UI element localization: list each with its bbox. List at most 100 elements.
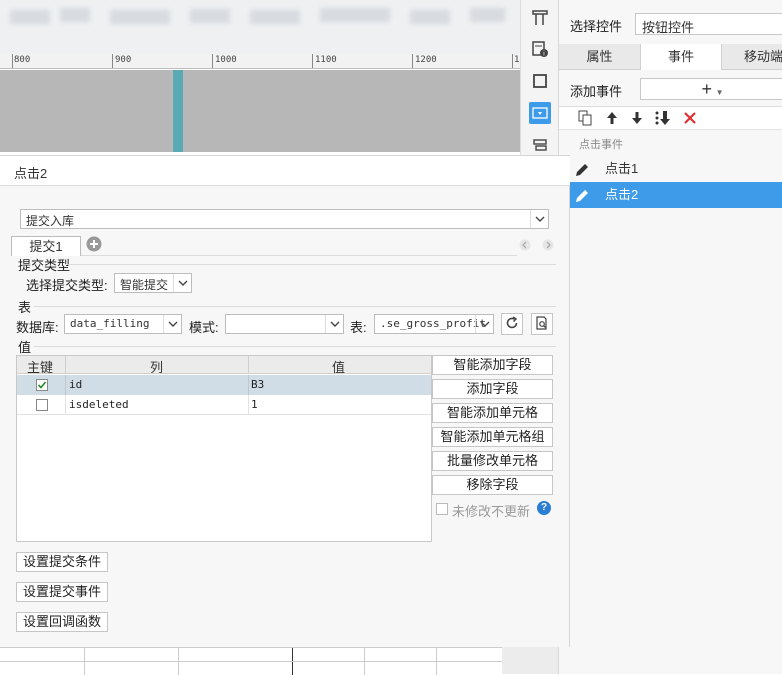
- row-column-name[interactable]: isdeleted: [69, 398, 129, 411]
- column-divider: [65, 395, 66, 415]
- table-row[interactable]: id B3: [17, 375, 431, 395]
- smart-add-cell-button[interactable]: 智能添加单元格: [432, 403, 553, 423]
- widget-info-icon[interactable]: i: [529, 38, 551, 60]
- row-value[interactable]: B3: [251, 378, 264, 391]
- ruler-tick-label: 1200: [415, 55, 437, 65]
- add-event-button[interactable]: + ▼: [640, 78, 782, 100]
- schema-label: 模式:: [189, 320, 219, 335]
- grid-line: [0, 661, 502, 662]
- right-panel: 选择控件 按钮控件 属性 事件 移动端 添加事件 + ▼ 点击事件 点击1 点击…: [558, 0, 782, 674]
- select-control-dropdown[interactable]: 按钮控件: [635, 13, 782, 35]
- edit-pencil-icon[interactable]: [574, 187, 590, 213]
- move-down-icon[interactable]: [629, 110, 645, 129]
- move-up-icon[interactable]: [604, 110, 620, 129]
- select-control-label: 选择控件: [570, 19, 623, 34]
- schema-select[interactable]: [225, 314, 344, 334]
- table-row[interactable]: isdeleted 1: [17, 395, 431, 415]
- submit-type-value: 智能提交: [120, 278, 169, 292]
- design-canvas[interactable]: [0, 70, 520, 152]
- chevron-down-icon: [530, 210, 548, 228]
- row-column-name[interactable]: id: [69, 378, 82, 391]
- button-label: 设置提交事件: [22, 584, 101, 599]
- field-value-table: 主键 列 值 id B3 isdeleted 1: [16, 355, 432, 542]
- column-divider: [248, 375, 249, 395]
- tab-label: 移动端: [744, 49, 782, 64]
- chevron-down-icon: [475, 315, 493, 333]
- stack-layers-icon[interactable]: [529, 134, 551, 156]
- batch-modify-cells-button[interactable]: 批量修改单元格: [432, 451, 553, 471]
- event-section-title: 点击事件: [579, 139, 623, 151]
- document-search-icon: [535, 316, 549, 333]
- tab-underline: [81, 255, 517, 256]
- button-label: 智能添加单元格组: [440, 429, 545, 444]
- scroll-corner: [502, 647, 558, 674]
- copy-icon[interactable]: [577, 110, 593, 129]
- column-header-value[interactable]: 值: [332, 357, 345, 376]
- column-header-column[interactable]: 列: [150, 357, 163, 376]
- ruler-tick-label: 1: [514, 55, 520, 65]
- refresh-button[interactable]: [501, 313, 523, 335]
- blurred-toolbar-item: [250, 10, 300, 24]
- horizontal-ruler: 800 900 1000 1100 1200 1: [0, 54, 520, 69]
- button-label: 添加字段: [466, 381, 519, 396]
- ruler-tick: [112, 54, 113, 68]
- ruler-tick-label: 1100: [315, 55, 337, 65]
- row-value[interactable]: 1: [251, 398, 258, 411]
- database-select[interactable]: data_filling: [64, 314, 182, 334]
- action-type-select[interactable]: 提交入库: [20, 209, 549, 229]
- tab-properties[interactable]: 属性: [559, 44, 640, 70]
- primary-key-checkbox[interactable]: [36, 399, 48, 411]
- preview-table-button[interactable]: [531, 313, 553, 335]
- move-bottom-icon[interactable]: [654, 110, 672, 129]
- skip-unmodified-checkbox[interactable]: [436, 503, 448, 515]
- set-submit-condition-button[interactable]: 设置提交条件: [16, 552, 108, 572]
- event-toolbar: [559, 106, 782, 130]
- remove-field-button[interactable]: 移除字段: [432, 475, 553, 495]
- submit-type-select[interactable]: 智能提交: [114, 273, 192, 293]
- set-callback-function-button[interactable]: 设置回调函数: [16, 612, 108, 632]
- add-tab-icon[interactable]: [86, 236, 102, 255]
- primary-key-checkbox[interactable]: [36, 379, 48, 391]
- top-toolbar-blurred: [0, 0, 520, 54]
- ruler-tick: [512, 54, 513, 68]
- canvas-selected-column-marker: [173, 70, 183, 152]
- scroll-right-icon[interactable]: [542, 239, 554, 254]
- table-select[interactable]: .se_gross_profit: [374, 314, 494, 334]
- value-section-title: 值: [18, 340, 32, 355]
- ruler-tick: [12, 54, 13, 68]
- plus-icon: +: [701, 79, 712, 99]
- tab-submit-1[interactable]: 提交1: [11, 236, 81, 256]
- submit-type-section-title: 提交类型: [18, 258, 71, 273]
- smart-add-field-button[interactable]: 智能添加字段: [432, 355, 553, 375]
- dropdown-widget-icon[interactable]: [529, 102, 551, 124]
- tab-mobile[interactable]: 移动端: [722, 44, 782, 70]
- refresh-icon: [505, 316, 519, 333]
- column-header-primary-key[interactable]: 主键: [27, 357, 53, 376]
- layout-grid-icon[interactable]: [529, 7, 551, 29]
- column-divider: [248, 395, 249, 415]
- blurred-toolbar-item: [320, 8, 390, 22]
- scroll-left-icon[interactable]: [519, 239, 531, 254]
- add-field-button[interactable]: 添加字段: [432, 379, 553, 399]
- smart-add-cell-group-button[interactable]: 智能添加单元格组: [432, 427, 553, 447]
- section-divider: [34, 346, 556, 347]
- set-submit-event-button[interactable]: 设置提交事件: [16, 582, 108, 602]
- tab-label: 属性: [586, 49, 613, 64]
- button-label: 智能添加单元格: [446, 405, 538, 420]
- blurred-toolbar-item: [190, 9, 230, 23]
- spreadsheet-grid-bottom[interactable]: [0, 647, 502, 675]
- chevron-down-icon: ▼: [715, 88, 724, 97]
- event-item-selected[interactable]: 点击2: [559, 182, 782, 208]
- panel-tabbar: 属性 事件 移动端: [559, 44, 782, 70]
- tab-events[interactable]: 事件: [640, 44, 722, 70]
- event-item[interactable]: 点击1: [559, 156, 782, 182]
- button-label: 设置提交条件: [22, 554, 101, 569]
- action-type-value: 提交入库: [26, 214, 75, 228]
- frame-icon[interactable]: [529, 70, 551, 92]
- blurred-toolbar-item: [60, 8, 90, 22]
- help-icon[interactable]: ?: [537, 501, 551, 515]
- tool-column: i: [520, 0, 558, 160]
- delete-icon[interactable]: [682, 110, 698, 129]
- button-label: 设置回调函数: [22, 614, 101, 629]
- database-value: data_filling: [70, 317, 150, 330]
